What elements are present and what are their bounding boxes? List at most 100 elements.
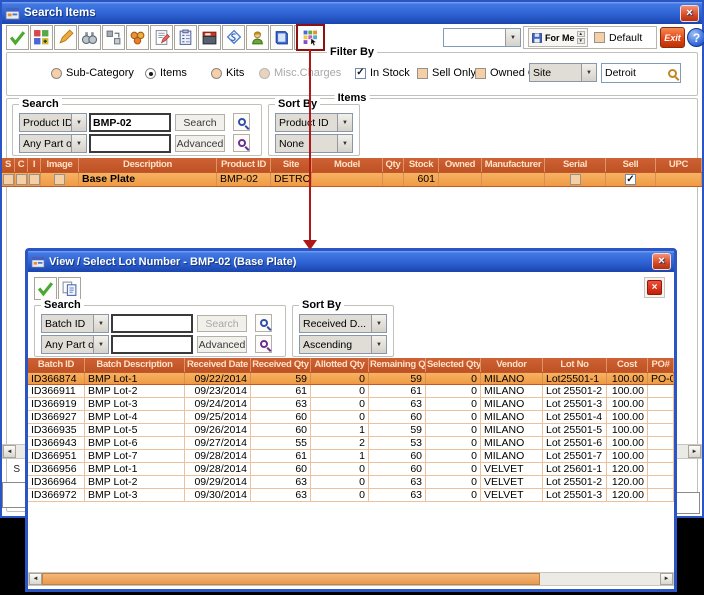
dialog-approve-icon[interactable]: [34, 277, 57, 300]
column-header[interactable]: I: [28, 158, 41, 172]
transfer-icon[interactable]: [102, 25, 125, 50]
radio-icon[interactable]: [211, 68, 222, 79]
sort-combo-1[interactable]: Product ID▼: [275, 113, 353, 132]
column-header[interactable]: Selected Qty: [426, 358, 481, 372]
assembly-icon[interactable]: [126, 25, 149, 50]
search-button[interactable]: Search: [197, 315, 247, 332]
any-part-combo[interactable]: Any Part of ...▼: [41, 335, 109, 354]
scroll-left-icon[interactable]: ◄: [29, 573, 42, 585]
column-header[interactable]: Manufacturer: [482, 158, 545, 172]
site-search-field[interactable]: [601, 63, 681, 83]
s-checkbox-cell[interactable]: [2, 173, 15, 186]
table-row[interactable]: ID366964BMP Lot-209/29/2014630630VELVETL…: [28, 476, 674, 489]
table-row[interactable]: ID366935BMP Lot-509/26/2014601590MILANOL…: [28, 424, 674, 437]
advanced-magnifier-icon[interactable]: [233, 134, 250, 152]
dialog-titlebar[interactable]: View / Select Lot Number - BMP-02 (Base …: [28, 251, 674, 272]
chevron-down-icon[interactable]: ▼: [71, 135, 86, 152]
column-header[interactable]: Received Date: [185, 358, 251, 372]
scroll-left-icon[interactable]: ◄: [3, 445, 16, 458]
for-me-spinner[interactable]: ▲▼: [577, 31, 585, 44]
chevron-down-icon[interactable]: ▼: [337, 135, 352, 152]
chevron-down-icon[interactable]: ▼: [581, 64, 596, 81]
default-checkbox[interactable]: [594, 32, 605, 43]
dialog-copy-icon[interactable]: [58, 277, 81, 300]
batch-field-combo[interactable]: Batch ID▼: [41, 314, 109, 333]
chevron-down-icon[interactable]: ▼: [337, 114, 352, 131]
table-row[interactable]: ID366919BMP Lot-309/24/2014630630MILANOL…: [28, 398, 674, 411]
column-header[interactable]: Product ID: [217, 158, 271, 172]
checkbox-icon[interactable]: [29, 174, 40, 185]
sort-combo-1[interactable]: Received D...▼: [299, 314, 387, 333]
approve-icon[interactable]: [6, 25, 29, 50]
search-magnifier-icon[interactable]: [233, 113, 250, 131]
search-field-combo-2[interactable]: Any Part of ...▼: [19, 134, 87, 153]
help-button[interactable]: ?: [687, 28, 704, 47]
column-header[interactable]: Allotted Qty: [311, 358, 369, 372]
table-row[interactable]: ID366927BMP Lot-409/25/2014600600MILANOL…: [28, 411, 674, 424]
checkbox-icon[interactable]: ✓: [355, 68, 366, 79]
chevron-down-icon[interactable]: ▼: [371, 315, 386, 332]
default-option[interactable]: Default: [594, 32, 642, 44]
search-icon[interactable]: [668, 69, 677, 78]
checkbox-icon[interactable]: [16, 174, 27, 185]
add-item-icon[interactable]: [30, 25, 53, 50]
dialog-exit-icon[interactable]: ×: [644, 277, 665, 298]
catalog-book-icon[interactable]: [270, 25, 293, 50]
main-titlebar[interactable]: Search Items ×: [2, 2, 702, 24]
column-header[interactable]: Description: [79, 158, 217, 172]
column-header[interactable]: PO#: [648, 358, 674, 372]
column-header[interactable]: Remaining Qty: [369, 358, 426, 372]
search-input-1[interactable]: [89, 113, 171, 132]
any-part-input[interactable]: [111, 335, 193, 354]
edit-pencil-icon[interactable]: [54, 25, 77, 50]
saved-search-combo[interactable]: ▼: [443, 28, 521, 47]
chevron-down-icon[interactable]: ▼: [93, 315, 108, 332]
price-tag-icon[interactable]: [222, 25, 245, 50]
column-header[interactable]: Owned: [439, 158, 482, 172]
sell-checkbox-cell[interactable]: ✓: [606, 173, 656, 186]
sort-combo-2[interactable]: Ascending▼: [299, 335, 387, 354]
column-header[interactable]: Cost: [607, 358, 648, 372]
chevron-down-icon[interactable]: ▼: [71, 114, 86, 131]
i-checkbox-cell[interactable]: [28, 173, 41, 186]
radio-items[interactable]: Items: [145, 67, 187, 79]
advanced-button[interactable]: Advanced: [197, 336, 247, 353]
item-row[interactable]: Base Plate BMP-02 DETROIT 601 ✓: [2, 172, 702, 187]
technician-icon[interactable]: [246, 25, 269, 50]
scroll-right-icon[interactable]: ►: [688, 445, 701, 458]
column-header[interactable]: Sell: [606, 158, 656, 172]
search-input-2[interactable]: [89, 134, 171, 153]
advanced-magnifier-icon[interactable]: [255, 335, 272, 353]
register-icon[interactable]: [198, 25, 221, 50]
column-header[interactable]: Image: [41, 158, 79, 172]
search-field-combo-1[interactable]: Product ID▼: [19, 113, 87, 132]
dialog-h-scrollbar[interactable]: ◄ ►: [28, 572, 674, 586]
checklist-icon[interactable]: [174, 25, 197, 50]
c-checkbox-cell[interactable]: [15, 173, 28, 186]
radio-icon[interactable]: [145, 68, 156, 79]
checkbox-in-stock[interactable]: ✓In Stock: [355, 67, 410, 79]
checkbox-icon[interactable]: [475, 68, 486, 79]
advanced-button[interactable]: Advanced: [175, 135, 225, 152]
column-header[interactable]: Site: [271, 158, 312, 172]
exit-button[interactable]: Exit: [660, 27, 685, 48]
table-row[interactable]: ID366943BMP Lot-609/27/2014552530MILANOL…: [28, 437, 674, 450]
scroll-track[interactable]: [540, 573, 660, 585]
close-icon[interactable]: ×: [680, 5, 699, 22]
serial-checkbox-cell[interactable]: [545, 173, 606, 186]
radio-icon[interactable]: [51, 68, 62, 79]
chevron-down-icon[interactable]: ▼: [505, 29, 520, 46]
image-checkbox-cell[interactable]: [41, 173, 79, 186]
checkbox-icon[interactable]: [54, 174, 65, 185]
radio-kits[interactable]: Kits: [211, 67, 244, 79]
scroll-thumb[interactable]: [42, 573, 540, 585]
column-header[interactable]: Model: [312, 158, 383, 172]
checkbox-icon[interactable]: [3, 174, 14, 185]
search-magnifier-icon[interactable]: [255, 314, 272, 332]
batch-search-input[interactable]: [111, 314, 193, 333]
column-header[interactable]: S: [2, 158, 15, 172]
column-header[interactable]: Stock: [404, 158, 439, 172]
chevron-down-icon[interactable]: ▼: [93, 336, 108, 353]
find-binoculars-icon[interactable]: [78, 25, 101, 50]
column-header[interactable]: UPC: [656, 158, 702, 172]
